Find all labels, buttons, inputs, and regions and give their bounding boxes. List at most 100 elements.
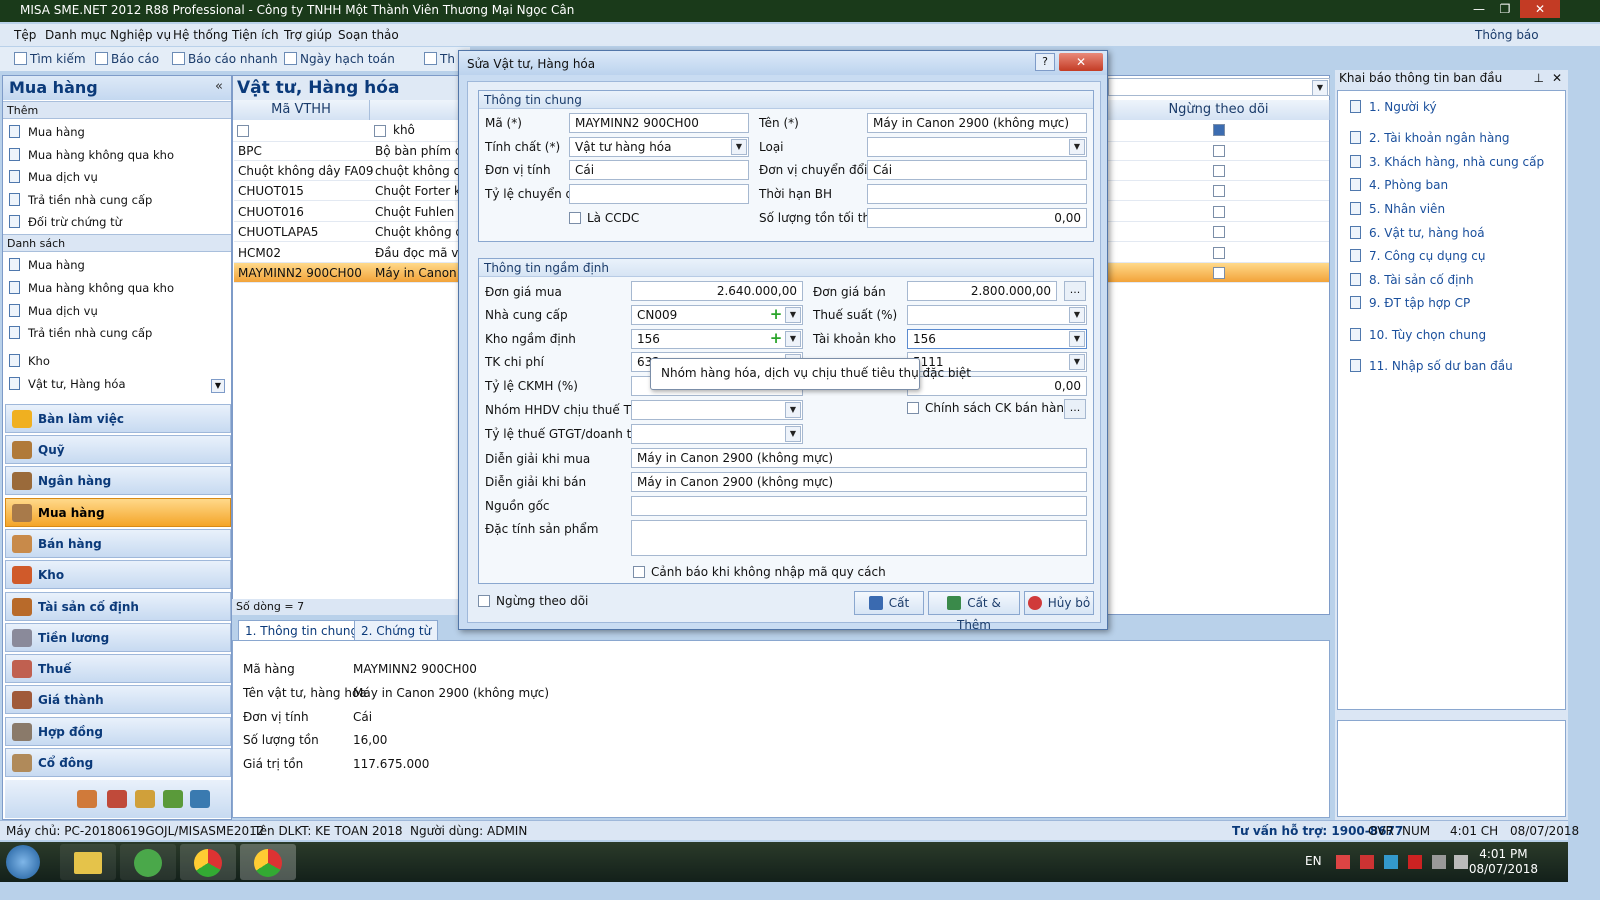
save-button[interactable]: Cất — [854, 591, 924, 615]
menu-catalog[interactable]: Danh mục — [45, 28, 107, 42]
language-indicator[interactable]: EN — [1305, 854, 1322, 868]
policy-checkbox[interactable] — [907, 402, 919, 414]
setup-item[interactable]: 7. Công cụ dụng cụ — [1350, 249, 1486, 263]
buy-price-input[interactable]: 2.640.000,00 — [631, 281, 803, 301]
list-materials[interactable]: Vật tư, Hàng hóa — [9, 377, 126, 391]
start-button-icon[interactable] — [6, 845, 40, 879]
setup-item[interactable]: 2. Tài khoản ngân hàng — [1350, 131, 1510, 145]
add-purchase-service[interactable]: Mua dịch vụ — [9, 170, 98, 184]
menu-utilities[interactable]: Tiện ích — [232, 28, 279, 42]
tray-icon[interactable] — [1384, 855, 1398, 869]
quick-icon[interactable] — [190, 790, 210, 808]
row-checkbox[interactable] — [1213, 145, 1225, 157]
quick-icon[interactable] — [163, 790, 183, 808]
posting-date-button[interactable]: Ngày hạch toán — [284, 52, 395, 66]
list-pay-supplier[interactable]: Trả tiền nhà cung cấp — [9, 326, 152, 340]
nav-salary[interactable]: Tiền lương — [5, 623, 231, 652]
help-icon[interactable]: ? — [1035, 53, 1055, 71]
setup-item[interactable]: 5. Nhân viên — [1350, 202, 1445, 216]
nav-sales[interactable]: Bán hàng — [5, 529, 231, 558]
row-checkbox[interactable] — [1213, 165, 1225, 177]
menu-operations[interactable]: Nghiệp vụ — [110, 28, 171, 42]
row-checkbox[interactable] — [1213, 206, 1225, 218]
scroll-down-icon[interactable]: ▼ — [211, 379, 225, 393]
nav-contract[interactable]: Hợp đồng — [5, 717, 231, 746]
filter-name-text[interactable]: khô — [393, 123, 415, 137]
explorer-icon[interactable] — [60, 844, 116, 880]
setup-item[interactable]: 6. Vật tư, hàng hoá — [1350, 226, 1485, 240]
toolbar-more-button[interactable]: Th — [424, 52, 455, 66]
nav-fixed-assets[interactable]: Tài sản cố định — [5, 592, 231, 621]
setup-item[interactable]: 3. Khách hàng, nhà cung cấp — [1350, 155, 1544, 169]
setup-item[interactable]: 1. Người ký — [1350, 100, 1437, 114]
filter-stop-checkbox[interactable] — [1213, 124, 1225, 136]
volume-icon[interactable] — [1454, 855, 1468, 869]
chrome-icon[interactable] — [180, 844, 236, 880]
type-select[interactable]: ▼ — [867, 137, 1087, 157]
nav-tax[interactable]: Thuế — [5, 654, 231, 683]
nav-purchase[interactable]: Mua hàng — [5, 498, 231, 527]
col-header-stop[interactable]: Ngừng theo dõi — [1108, 100, 1330, 120]
close-panel-icon[interactable]: ✕ — [1552, 71, 1562, 85]
filter-combo[interactable]: ai ▼ — [1097, 78, 1330, 96]
buy-desc-input[interactable]: Máy in Canon 2900 (không mực) — [631, 448, 1087, 468]
report-button[interactable]: Báo cáo — [95, 52, 159, 66]
min-stock-input[interactable]: 0,00 — [867, 208, 1087, 228]
pin-icon[interactable]: ⊥ — [1534, 71, 1544, 85]
dialog-close-button[interactable]: ✕ — [1059, 53, 1103, 71]
sell-price-input[interactable]: 2.800.000,00 — [907, 281, 1057, 301]
maximize-button[interactable]: ❐ — [1492, 0, 1518, 18]
feature-textarea[interactable] — [631, 520, 1087, 556]
row-checkbox[interactable] — [1213, 267, 1225, 279]
setup-item[interactable]: 10. Tùy chọn chung — [1350, 328, 1486, 342]
name-input[interactable]: Máy in Canon 2900 (không mực) — [867, 113, 1087, 133]
setup-item[interactable]: 11. Nhập số dư ban đầu — [1350, 359, 1513, 373]
notification-link[interactable]: Thông báo — [1475, 28, 1539, 42]
warranty-input[interactable] — [867, 184, 1087, 204]
menu-file[interactable]: Tệp — [14, 28, 36, 42]
nav-cost[interactable]: Giá thành — [5, 685, 231, 714]
menu-system[interactable]: Hệ thống — [173, 28, 228, 42]
menu-compose[interactable]: Soạn thảo — [338, 28, 399, 42]
conv-unit-input[interactable]: Cái — [867, 160, 1087, 180]
cancel-button[interactable]: Hủy bỏ — [1024, 591, 1094, 615]
vat-rate-select[interactable]: ▼ — [631, 424, 803, 444]
add-purchase[interactable]: Mua hàng — [9, 125, 85, 139]
tab-general-info[interactable]: 1. Thông tin chung — [238, 620, 366, 641]
nav-cash[interactable]: Quỹ — [5, 435, 231, 464]
tray-icon[interactable] — [1336, 855, 1350, 869]
quick-icon[interactable] — [77, 790, 97, 808]
nav-bank[interactable]: Ngân hàng — [5, 466, 231, 495]
quick-icon[interactable] — [135, 790, 155, 808]
sell-price-more-button[interactable]: ... — [1064, 281, 1086, 301]
nav-warehouse[interactable]: Kho — [5, 560, 231, 589]
collapse-icon[interactable]: « — [215, 79, 223, 94]
setup-item[interactable]: 8. Tài sản cố định — [1350, 273, 1474, 287]
tax-rate-select[interactable]: ▼ — [907, 305, 1087, 325]
add-pay-supplier[interactable]: Trả tiền nhà cung cấp — [9, 193, 152, 207]
setup-item[interactable]: 4. Phòng ban — [1350, 178, 1448, 192]
sell-desc-input[interactable]: Máy in Canon 2900 (không mực) — [631, 472, 1087, 492]
list-purchase-service[interactable]: Mua dịch vụ — [9, 304, 98, 318]
origin-input[interactable] — [631, 496, 1087, 516]
taskbar-clock[interactable]: 4:01 PM 08/07/2018 — [1469, 847, 1538, 877]
stock-account-select[interactable]: 156 ▼ — [907, 329, 1087, 349]
row-checkbox[interactable] — [1213, 247, 1225, 259]
search-button[interactable]: Tìm kiếm — [14, 52, 86, 66]
row-checkbox[interactable] — [1213, 226, 1225, 238]
quick-icon[interactable] — [107, 790, 127, 808]
nav-desk[interactable]: Bàn làm việc — [5, 404, 231, 433]
list-purchase-no-stock[interactable]: Mua hàng không qua kho — [9, 281, 174, 295]
tray-icon[interactable] — [1408, 855, 1422, 869]
supplier-select[interactable]: CN009 + ▼ — [631, 305, 803, 325]
tab-vouchers[interactable]: 2. Chứng từ — [354, 620, 439, 641]
tray-icon[interactable] — [1360, 855, 1374, 869]
warehouse-select[interactable]: 156 + ▼ — [631, 329, 803, 349]
nature-select[interactable]: Vật tư hàng hóa ▼ — [569, 137, 749, 157]
quick-report-button[interactable]: Báo cáo nhanh — [172, 52, 278, 66]
filter-checkbox[interactable] — [374, 125, 386, 137]
stop-tracking-checkbox[interactable] — [478, 595, 490, 607]
network-icon[interactable] — [1432, 855, 1446, 869]
conv-rate-input[interactable] — [569, 184, 749, 204]
ccdc-checkbox[interactable] — [569, 212, 581, 224]
